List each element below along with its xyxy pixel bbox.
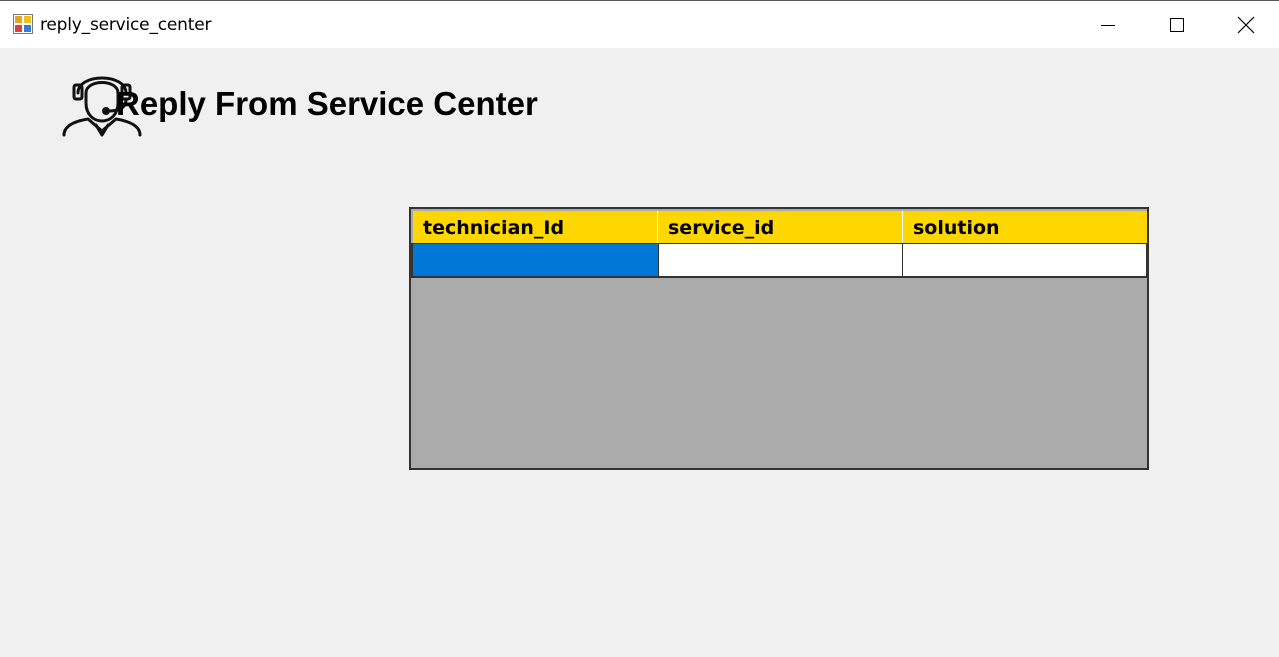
window-title: reply_service_center	[40, 15, 212, 35]
column-header-solution[interactable]: solution	[903, 211, 1147, 245]
close-button[interactable]	[1212, 1, 1279, 48]
table-row[interactable]	[411, 243, 1147, 278]
grid-header-row: technician_Id service_id solution	[413, 211, 1147, 245]
page-title: Reply From Service Center	[116, 85, 538, 122]
minimize-icon	[1101, 24, 1115, 26]
maximize-icon	[1170, 17, 1184, 32]
column-header-technician-id[interactable]: technician_Id	[413, 211, 658, 245]
column-header-service-id[interactable]: service_id	[658, 211, 903, 245]
cell-service-id[interactable]	[658, 244, 902, 276]
app-window: reply_service_center Reply From Service …	[0, 0, 1279, 657]
cell-technician-id[interactable]	[411, 244, 658, 276]
minimize-button[interactable]	[1073, 1, 1143, 48]
maximize-button[interactable]	[1142, 1, 1212, 48]
data-grid[interactable]: technician_Id service_id solution	[409, 207, 1149, 470]
title-bar[interactable]: reply_service_center	[0, 1, 1279, 48]
close-icon	[1237, 16, 1254, 33]
app-icon	[13, 14, 33, 34]
cell-solution[interactable]	[902, 244, 1147, 276]
